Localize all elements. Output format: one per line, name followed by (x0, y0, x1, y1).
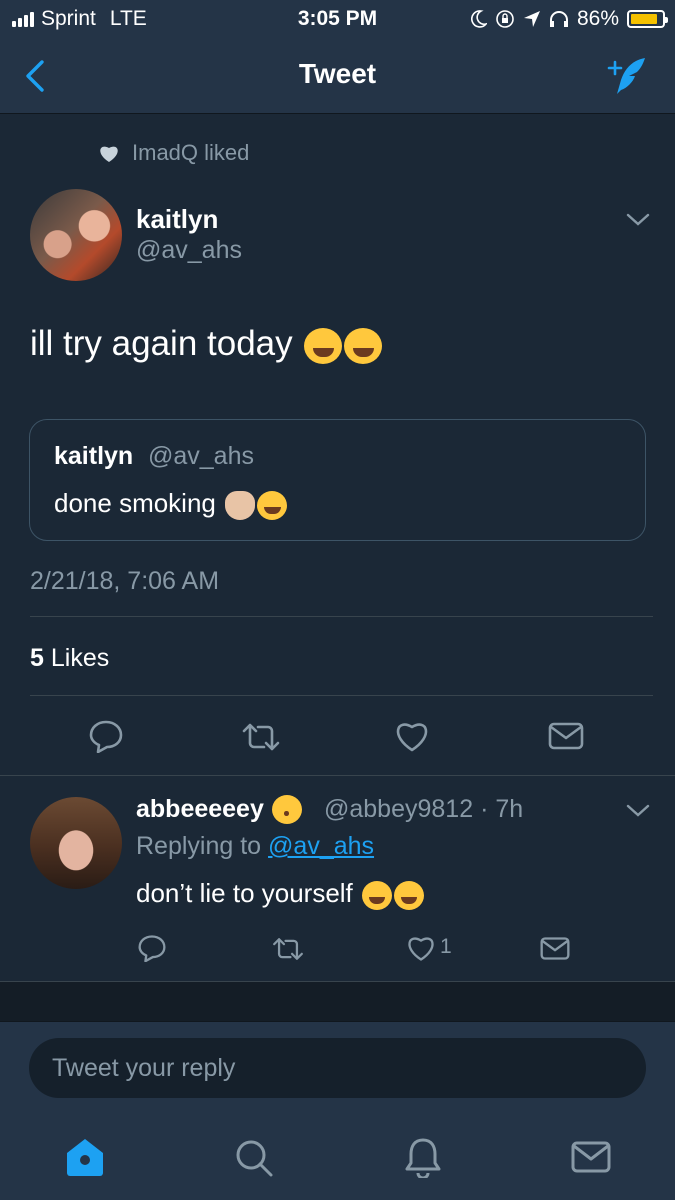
chevron-down-icon[interactable] (625, 212, 651, 228)
waving-hand-emoji-icon (225, 490, 256, 520)
compose-tweet-icon[interactable] (603, 54, 649, 98)
share-via-message-icon[interactable] (548, 721, 584, 751)
likes-label: Likes (50, 644, 110, 672)
retweet-icon[interactable] (242, 721, 280, 753)
replying-prefix: Replying to (136, 832, 262, 860)
battery-icon (627, 10, 668, 28)
reply-author-name-text: abbeeeeey (136, 795, 264, 823)
section-gap (0, 982, 675, 1022)
reply-avatar[interactable] (30, 797, 122, 889)
reply-author-handle: @abbey9812 (324, 795, 474, 823)
reply-icon[interactable] (137, 934, 167, 962)
page-title: Tweet (298, 58, 377, 89)
replying-to-link[interactable]: @av_ahs (268, 832, 374, 860)
quoted-text: done smoking (54, 488, 288, 520)
location-arrow-icon (523, 11, 540, 27)
likes-count: 5 (30, 644, 44, 672)
author-handle[interactable]: @av_ahs (136, 236, 242, 265)
reply-like-count: 1 (440, 935, 452, 958)
like-icon[interactable] (406, 934, 436, 962)
reply-text: don’t lie to yourself (136, 878, 425, 910)
nav-bar: Tweet (0, 38, 675, 114)
search-icon[interactable] (234, 1138, 274, 1178)
quoted-author-name: kaitlyn (54, 442, 134, 470)
home-icon[interactable] (64, 1136, 106, 1178)
like-icon[interactable] (394, 719, 430, 753)
joy-emoji-icon (344, 327, 383, 364)
headphones-icon (549, 11, 568, 27)
status-bar: Sprint LTE 3:05 PM 86% (0, 0, 675, 38)
notifications-bell-icon[interactable] (404, 1136, 442, 1178)
battery-percent: 86% (576, 7, 619, 30)
reply-input[interactable]: Tweet your reply (29, 1038, 646, 1098)
sweat-smile-emoji-icon (257, 490, 288, 520)
meta-separator: · (480, 795, 489, 823)
quoted-body: done smoking (54, 488, 216, 518)
replying-to: Replying to @av_ahs (136, 832, 374, 861)
status-right: 86% (471, 7, 668, 31)
kissing-emoji-icon (271, 795, 302, 824)
chevron-down-icon[interactable] (625, 803, 651, 819)
quoted-author-handle: @av_ahs (148, 442, 254, 470)
tweet-body: ill try again today (30, 324, 293, 363)
divider (30, 616, 653, 617)
reply-composer-bar: Tweet your reply (0, 1021, 675, 1200)
reply-body: don’t lie to yourself (136, 878, 353, 908)
heart-filled-icon (100, 146, 118, 162)
divider (0, 775, 675, 776)
messages-icon[interactable] (571, 1140, 611, 1174)
avatar[interactable] (30, 189, 122, 281)
reply-age: 7h (495, 795, 524, 823)
reply-meta: @abbey9812 · 7h (324, 795, 523, 824)
tweet-text: ill try again today (30, 324, 383, 364)
author-name[interactable]: kaitlyn (136, 204, 218, 235)
moon-icon (471, 10, 487, 28)
social-context: ImadQ liked (98, 140, 249, 166)
share-via-message-icon[interactable] (540, 936, 570, 961)
joy-emoji-icon (304, 327, 343, 364)
battery-fill (631, 14, 657, 24)
divider (30, 695, 653, 696)
quoted-tweet[interactable]: kaitlyn @av_ahs done smoking (29, 419, 646, 541)
joy-emoji-icon (362, 880, 393, 910)
tweet-timestamp: 2/21/18, 7:06 AM (30, 567, 220, 595)
reply-author-name[interactable]: abbeeeeey (136, 795, 302, 824)
retweet-icon[interactable] (272, 936, 304, 962)
likes-count-link[interactable]: 5 Likes (30, 644, 109, 673)
liked-by-label: ImadQ liked (132, 140, 250, 165)
reply-icon[interactable] (88, 719, 124, 753)
rotation-lock-icon (496, 10, 514, 28)
joy-emoji-icon (394, 880, 425, 910)
